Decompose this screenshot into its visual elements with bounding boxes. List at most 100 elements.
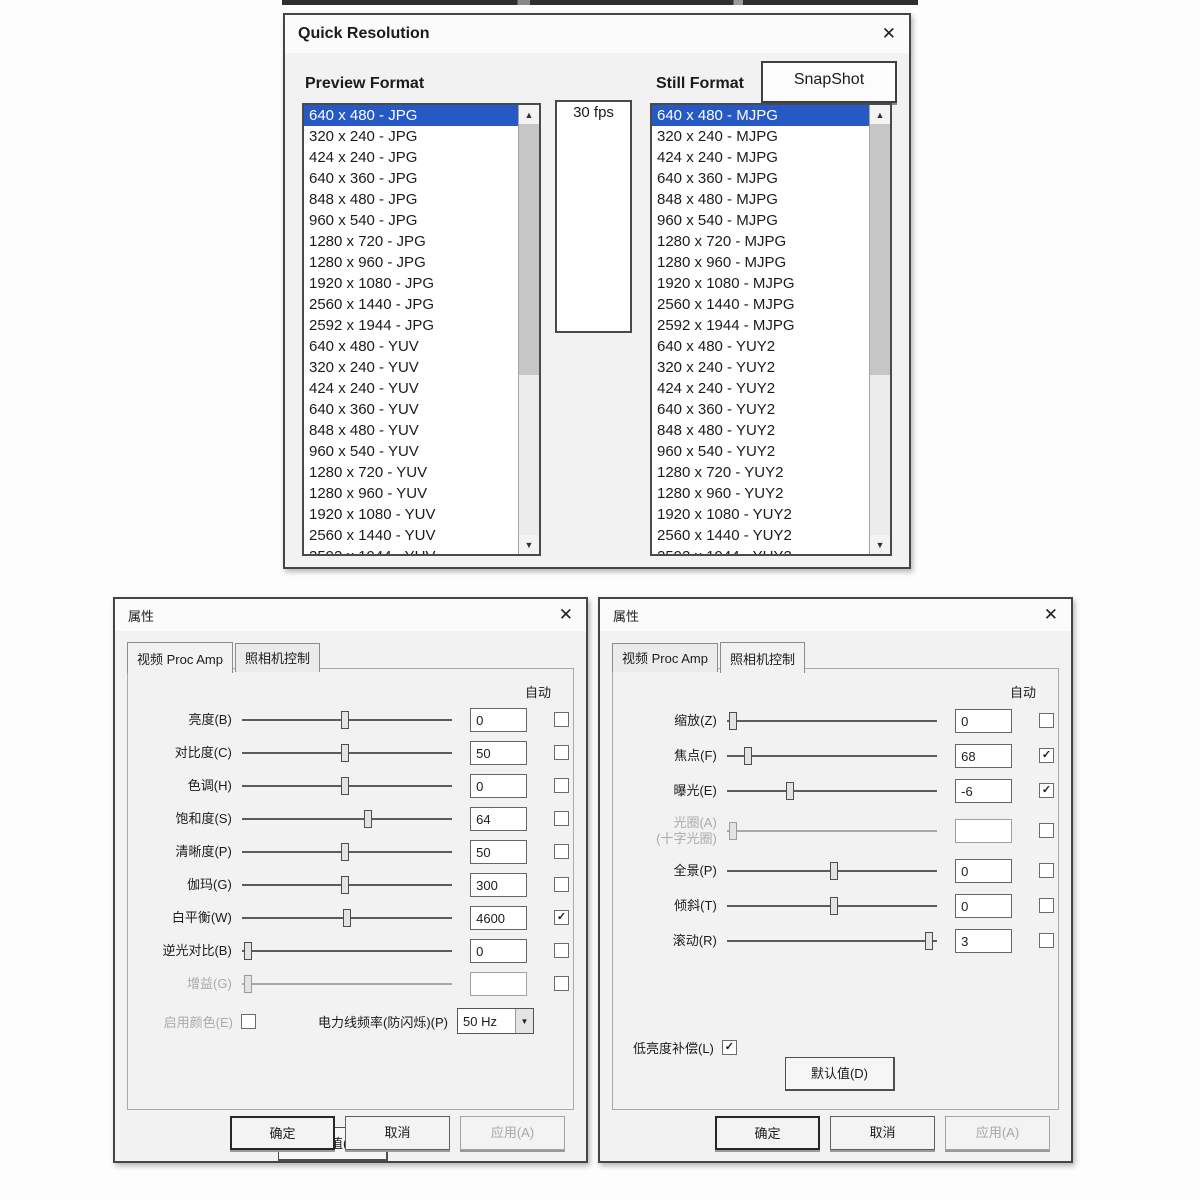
resolution-item[interactable]: 1280 x 960 - YUV bbox=[304, 483, 518, 504]
slider-track[interactable] bbox=[242, 710, 452, 730]
cancel-button[interactable]: 取消 bbox=[830, 1116, 935, 1150]
resolution-item[interactable]: 960 x 540 - JPG bbox=[304, 210, 518, 231]
value-input[interactable] bbox=[955, 819, 1012, 843]
tab-active[interactable]: 视频 Proc Amp bbox=[127, 642, 233, 673]
slider-track[interactable] bbox=[727, 931, 937, 951]
resolution-item[interactable]: 848 x 480 - JPG bbox=[304, 189, 518, 210]
fps-item[interactable]: 30 fps bbox=[557, 102, 630, 123]
slider-thumb[interactable] bbox=[244, 942, 252, 960]
scrollbar-thumb[interactable] bbox=[870, 124, 890, 375]
resolution-item[interactable]: 1280 x 720 - MJPG bbox=[652, 231, 869, 252]
resolution-item[interactable]: 2592 x 1944 - MJPG bbox=[652, 315, 869, 336]
slider-thumb[interactable] bbox=[341, 711, 349, 729]
resolution-item[interactable]: 640 x 360 - JPG bbox=[304, 168, 518, 189]
resolution-item[interactable]: 640 x 480 - YUV bbox=[304, 336, 518, 357]
resolution-item[interactable]: 1280 x 960 - JPG bbox=[304, 252, 518, 273]
fps-list[interactable]: 30 fps bbox=[555, 100, 632, 333]
resolution-item[interactable]: 2560 x 1440 - YUV bbox=[304, 525, 518, 546]
value-input[interactable]: 0 bbox=[470, 774, 527, 798]
auto-checkbox[interactable] bbox=[554, 877, 569, 892]
auto-checkbox[interactable] bbox=[554, 844, 569, 859]
value-input[interactable]: 0 bbox=[470, 708, 527, 732]
tab-inactive[interactable]: 照相机控制 bbox=[235, 643, 320, 672]
resolution-item[interactable]: 424 x 240 - YUY2 bbox=[652, 378, 869, 399]
slider-thumb[interactable] bbox=[744, 747, 752, 765]
resolution-item[interactable]: 1280 x 720 - YUV bbox=[304, 462, 518, 483]
cancel-button[interactable]: 取消 bbox=[345, 1116, 450, 1150]
lowlight-checkbox[interactable]: ✓ bbox=[722, 1040, 737, 1055]
scroll-up-icon[interactable]: ▲ bbox=[519, 105, 539, 124]
scroll-up-icon[interactable]: ▲ bbox=[870, 105, 890, 124]
resolution-item[interactable]: 960 x 540 - YUV bbox=[304, 441, 518, 462]
resolution-item[interactable]: 1280 x 960 - MJPG bbox=[652, 252, 869, 273]
value-input[interactable]: 4600 bbox=[470, 906, 527, 930]
snapshot-button[interactable]: SnapShot bbox=[761, 61, 897, 103]
slider-track[interactable] bbox=[242, 809, 452, 829]
resolution-item[interactable]: 640 x 480 - JPG bbox=[304, 105, 518, 126]
tab-active[interactable]: 照相机控制 bbox=[720, 642, 805, 673]
ok-button[interactable]: 确定 bbox=[715, 1116, 820, 1150]
slider-thumb[interactable] bbox=[341, 843, 349, 861]
value-input[interactable]: 0 bbox=[955, 709, 1012, 733]
resolution-item[interactable]: 424 x 240 - YUV bbox=[304, 378, 518, 399]
resolution-item[interactable]: 424 x 240 - JPG bbox=[304, 147, 518, 168]
slider-track[interactable] bbox=[242, 743, 452, 763]
resolution-item[interactable]: 2560 x 1440 - MJPG bbox=[652, 294, 869, 315]
chevron-down-icon[interactable]: ▼ bbox=[515, 1009, 533, 1033]
slider-thumb[interactable] bbox=[830, 897, 838, 915]
resolution-item[interactable]: 2560 x 1440 - YUY2 bbox=[652, 525, 869, 546]
slider-thumb[interactable] bbox=[341, 777, 349, 795]
value-input[interactable]: 0 bbox=[955, 894, 1012, 918]
resolution-item[interactable]: 320 x 240 - MJPG bbox=[652, 126, 869, 147]
slider-thumb[interactable] bbox=[343, 909, 351, 927]
auto-checkbox[interactable]: ✓ bbox=[1039, 748, 1054, 763]
value-input[interactable] bbox=[470, 972, 527, 996]
resolution-item[interactable]: 2592 x 1944 - JPG bbox=[304, 315, 518, 336]
resolution-item[interactable]: 640 x 360 - YUY2 bbox=[652, 399, 869, 420]
value-input[interactable]: 50 bbox=[470, 741, 527, 765]
slider-track[interactable] bbox=[727, 861, 937, 881]
value-input[interactable]: 3 bbox=[955, 929, 1012, 953]
slider-thumb[interactable] bbox=[729, 712, 737, 730]
resolution-item[interactable]: 640 x 480 - YUY2 bbox=[652, 336, 869, 357]
value-input[interactable]: 64 bbox=[470, 807, 527, 831]
auto-checkbox[interactable] bbox=[1039, 933, 1054, 948]
ok-button[interactable]: 确定 bbox=[230, 1116, 335, 1150]
slider-track[interactable] bbox=[242, 776, 452, 796]
resolution-item[interactable]: 960 x 540 - MJPG bbox=[652, 210, 869, 231]
auto-checkbox[interactable] bbox=[1039, 823, 1054, 838]
scrollbar[interactable]: ▲ ▼ bbox=[518, 105, 539, 554]
auto-checkbox[interactable] bbox=[1039, 713, 1054, 728]
scroll-down-icon[interactable]: ▼ bbox=[519, 535, 539, 554]
resolution-item[interactable]: 2592 x 1944 - YUV bbox=[304, 546, 518, 554]
resolution-item[interactable]: 2592 x 1944 - YUY2 bbox=[652, 546, 869, 554]
slider-thumb[interactable] bbox=[341, 744, 349, 762]
slider-thumb[interactable] bbox=[341, 876, 349, 894]
auto-checkbox[interactable] bbox=[554, 745, 569, 760]
scrollbar[interactable]: ▲ ▼ bbox=[869, 105, 890, 554]
resolution-item[interactable]: 320 x 240 - YUV bbox=[304, 357, 518, 378]
close-icon[interactable]: ✕ bbox=[559, 605, 573, 625]
resolution-item[interactable]: 640 x 360 - YUV bbox=[304, 399, 518, 420]
scrollbar-thumb[interactable] bbox=[519, 124, 539, 375]
resolution-item[interactable]: 960 x 540 - YUY2 bbox=[652, 441, 869, 462]
value-input[interactable]: 0 bbox=[955, 859, 1012, 883]
slider-thumb[interactable] bbox=[830, 862, 838, 880]
resolution-item[interactable]: 1280 x 720 - JPG bbox=[304, 231, 518, 252]
resolution-item[interactable]: 848 x 480 - YUV bbox=[304, 420, 518, 441]
resolution-item[interactable]: 848 x 480 - YUY2 bbox=[652, 420, 869, 441]
preview-format-list[interactable]: 640 x 480 - JPG320 x 240 - JPG424 x 240 … bbox=[302, 103, 541, 556]
resolution-item[interactable]: 2560 x 1440 - JPG bbox=[304, 294, 518, 315]
auto-checkbox[interactable]: ✓ bbox=[1039, 783, 1054, 798]
value-input[interactable]: 300 bbox=[470, 873, 527, 897]
resolution-item[interactable]: 1920 x 1080 - JPG bbox=[304, 273, 518, 294]
resolution-item[interactable]: 320 x 240 - YUY2 bbox=[652, 357, 869, 378]
slider-track[interactable] bbox=[242, 974, 452, 994]
auto-checkbox[interactable] bbox=[1039, 898, 1054, 913]
resolution-item[interactable]: 848 x 480 - MJPG bbox=[652, 189, 869, 210]
slider-thumb[interactable] bbox=[925, 932, 933, 950]
resolution-item[interactable]: 1280 x 960 - YUY2 bbox=[652, 483, 869, 504]
slider-track[interactable] bbox=[727, 781, 937, 801]
slider-track[interactable] bbox=[242, 875, 452, 895]
slider-thumb[interactable] bbox=[729, 822, 737, 840]
